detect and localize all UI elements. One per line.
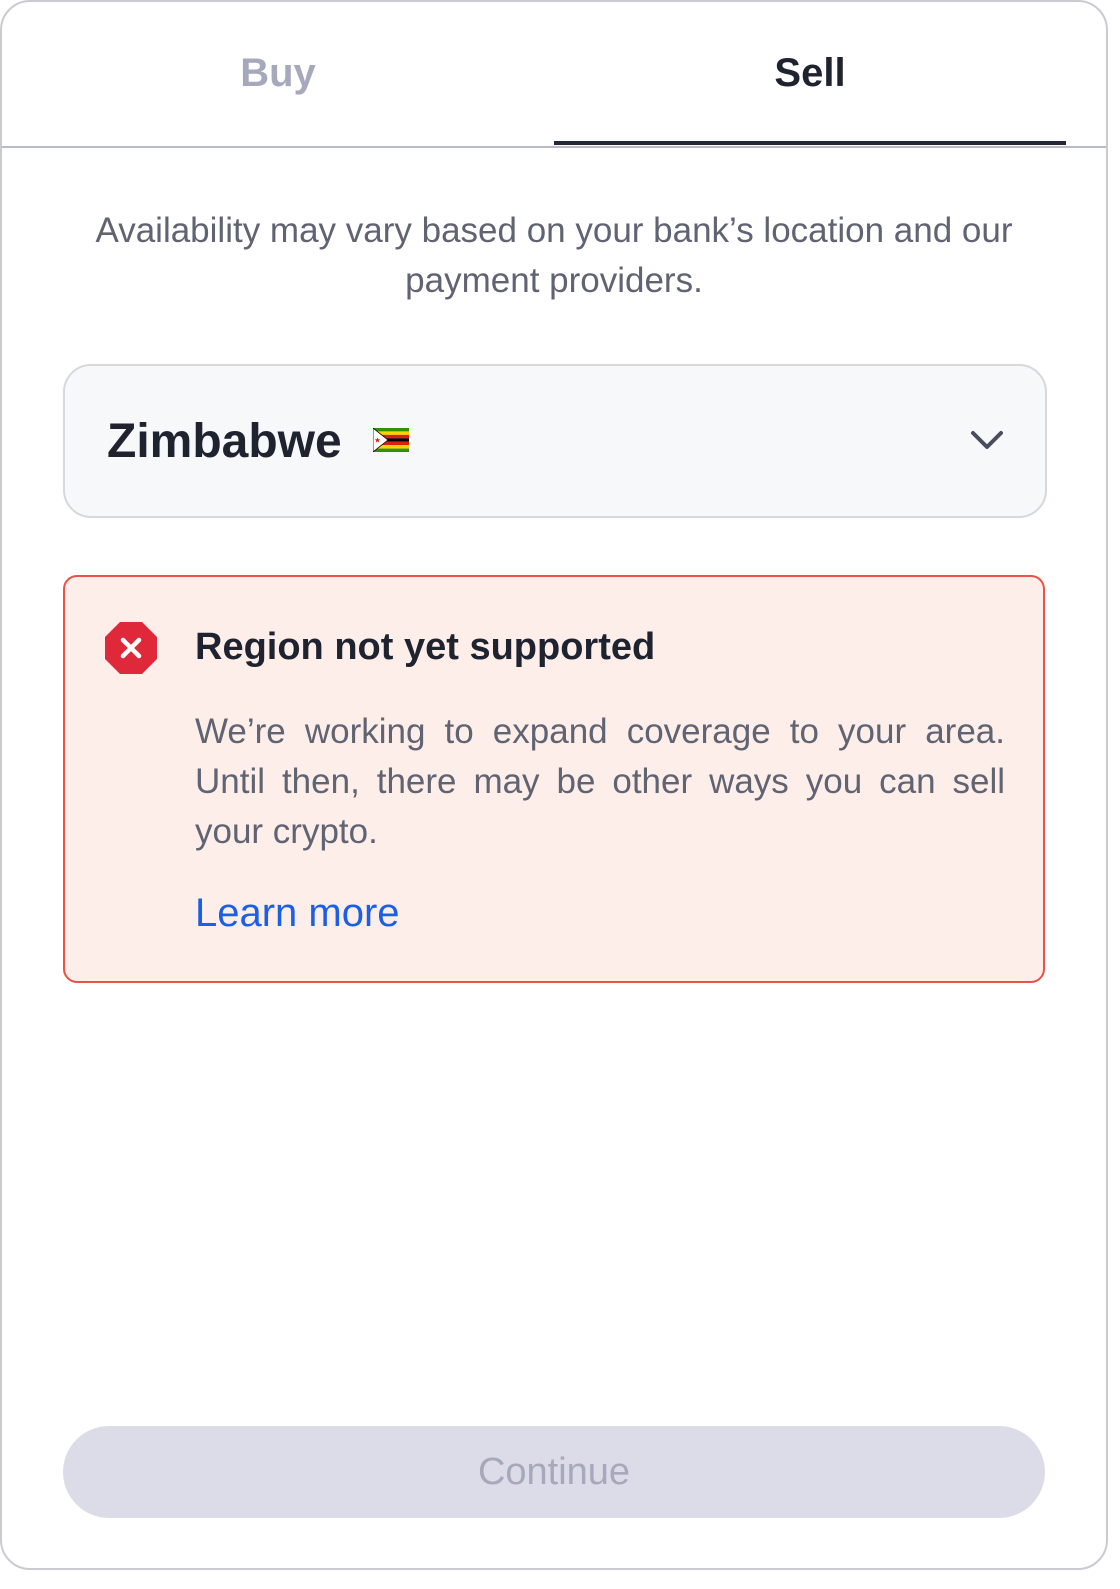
chevron-down-icon (971, 431, 1003, 449)
learn-more-link[interactable]: Learn more (195, 888, 400, 938)
active-tab-indicator (554, 141, 1066, 145)
availability-notice: Availability may vary based on your bank… (95, 211, 1013, 300)
selected-country: Zimbabwe (107, 415, 342, 468)
region-unsupported-alert: Region not yet supported We’re working t… (63, 575, 1045, 983)
tab-bar: Buy Sell (2, 2, 1106, 148)
tab-buy[interactable]: Buy (2, 2, 554, 146)
zimbabwe-flag-icon (373, 428, 409, 452)
sell-panel: Buy Sell Availability may vary based on … (0, 0, 1108, 1570)
alert-title: Region not yet supported (195, 626, 656, 668)
error-octagon-icon (105, 622, 157, 674)
country-select[interactable]: Zimbabwe (63, 364, 1047, 518)
tab-sell-label: Sell (774, 50, 846, 95)
tab-sell[interactable]: Sell (554, 2, 1066, 146)
tab-buy-label: Buy (240, 50, 316, 95)
continue-button[interactable]: Continue (63, 1426, 1045, 1518)
alert-body: We’re working to expand coverage to your… (195, 712, 1005, 851)
